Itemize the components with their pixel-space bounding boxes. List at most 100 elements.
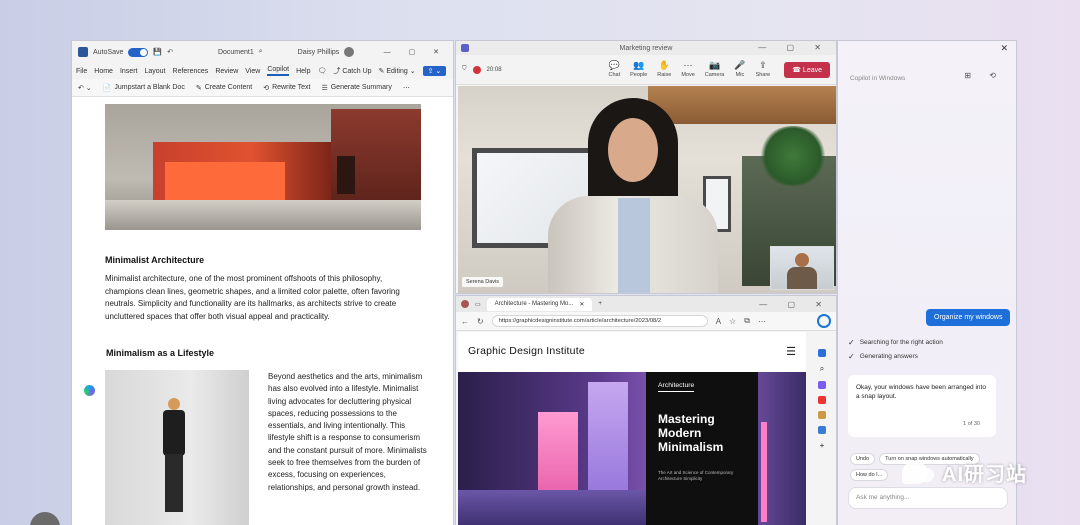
self-view[interactable] [770,246,834,290]
collections-icon[interactable]: ⧉ [744,316,750,326]
edge-sidebar: ⌕ + [808,332,836,525]
more-button[interactable]: ⋯ Move [681,61,694,79]
pen-icon: ✎ [195,84,202,92]
camera-icon: 📷 [708,60,721,70]
url-field[interactable]: https://graphicdesigninstitute.com/artic… [491,315,708,327]
heading-minimalism-lifestyle: Minimalism as a Lifestyle [106,348,215,358]
user-name: Daisy Phillips [297,48,340,56]
tab-bar: ▭ Architecture - Mastering Mo... ✕ + — ▢ … [456,296,836,312]
heading-minimalist-architecture: Minimalist Architecture [105,255,205,265]
menu-insert[interactable]: Insert [120,68,138,75]
autosave-label: AutoSave [93,48,124,56]
check-icon: ✓ [848,352,855,361]
window-controls[interactable]: — ▢ ✕ [759,300,831,309]
camera-button[interactable]: 📷 Camera [705,60,725,79]
raise-button[interactable]: ✋ Raise [657,61,671,79]
article-card[interactable]: Architecture Mastering Modern Minimalism… [646,372,758,525]
user-message: Organize my windows [926,309,1011,326]
copilot-titlebar: ✕ [838,41,1016,56]
menu-view[interactable]: View [245,68,260,75]
undo-dropdown-icon[interactable]: ↶ ⌄ [78,84,92,92]
menu-home[interactable]: Home [94,68,113,75]
copilot-panel: ✕ Copilot in Windows ⊞ ⟲ Organize my win… [838,41,1016,525]
autosave-toggle[interactable] [128,47,149,57]
search-icon[interactable]: ⌕ [259,48,263,56]
meeting-toolbar: ⛉ 20:08 💬 Chat 👥 People ✋ Raise ⋯ Move 📷 Came… [456,55,836,85]
close-icon[interactable]: ✕ [1000,43,1008,54]
share-button[interactable]: ⇪ Share [756,61,771,79]
catch-up-button[interactable]: ⤴ Catch Up [333,66,371,76]
menu-copilot[interactable]: Copilot [267,66,290,76]
mic-button[interactable]: 🎤 Mic [734,61,745,79]
leave-button[interactable]: ☎ Leave [784,62,830,78]
rewrite-text-button[interactable]: ⟲ Rewrite Text [263,84,310,92]
watermark-text: AI研习站 [942,464,1027,486]
back-icon[interactable]: ← [461,317,469,326]
copilot-header-icons[interactable]: ⊞ ⟲ [964,71,1004,80]
address-bar: ← ↻ https://graphicdesigninstitute.com/a… [456,312,836,331]
save-icon[interactable]: 💾 [153,48,162,56]
tab-architecture[interactable]: Architecture - Mastering Mo... ✕ [486,297,593,311]
favorite-icon[interactable]: ☆ [729,317,736,326]
undo-chip[interactable]: Undo [850,453,876,465]
wechat-icon [902,461,934,484]
web-page[interactable]: Graphic Design Institute ☰ Architecture … [458,332,806,525]
progress-step-2: ✓ Generating answers [848,352,918,361]
shopping-icon[interactable] [818,381,826,389]
new-tab-icon[interactable]: + [598,301,602,307]
copilot-sidebar-icon[interactable] [818,349,826,357]
tools-icon[interactable] [818,411,826,419]
edge-window: ▭ Architecture - Mastering Mo... ✕ + — ▢ … [456,296,836,525]
menu-file[interactable]: File [76,68,87,75]
rewrite-icon: ⟲ [263,84,270,92]
youtube-icon[interactable] [818,396,826,404]
bing-icon[interactable] [817,314,831,328]
window-controls[interactable]: — ▢ ✕ [384,48,447,56]
participant-video [538,98,728,293]
games-icon[interactable] [818,426,826,434]
word-titlebar: AutoSave 💾 ↶ Document1 ⌕ Daisy Phillips … [72,41,453,63]
chat-button[interactable]: 💬 Chat [609,61,621,79]
site-name[interactable]: Graphic Design Institute [468,345,585,357]
profile-icon[interactable] [461,300,469,308]
menu-references[interactable]: References [173,68,209,75]
refresh-icon[interactable]: ↻ [477,317,484,326]
menu-help[interactable]: Help [296,68,310,75]
progress-step-1: ✓ Searching for the right action [848,338,943,347]
undo-icon[interactable]: ↶ [167,48,173,56]
paragraph-architecture: Minimalist architecture, one of the most… [105,274,400,321]
create-content-button[interactable]: ✎ Create Content [196,84,252,92]
word-window: AutoSave 💾 ↶ Document1 ⌕ Daisy Phillips … [72,41,453,525]
check-icon: ✓ [848,338,855,347]
hero-image: Architecture Mastering Modern Minimalism… [458,372,806,525]
avatar[interactable] [344,47,355,57]
hamburger-menu-icon[interactable]: ☰ [786,345,796,358]
summary-icon: ☰ [321,84,328,92]
page-counter: 1 of 30 [963,421,980,427]
menu-layout[interactable]: Layout [144,68,165,75]
howto-chip[interactable]: How do I... [850,469,889,481]
more-icon[interactable]: ⋯ [758,317,766,326]
window-controls[interactable]: — ▢ ✕ [758,43,830,52]
copilot-icon[interactable] [84,385,95,396]
video-feed: Serena Davis [458,86,836,293]
more-icon[interactable]: ⋯ [403,84,410,92]
people-button[interactable]: 👥 People [630,60,647,79]
teams-window: Marketing review — ▢ ✕ ⛉ 20:08 💬 Chat 👥 Pe… [456,41,836,293]
assistant-message: Okay, your windows have been arranged in… [848,375,996,437]
editing-button[interactable]: ✎ Editing ⌄ [379,67,416,75]
share-button[interactable]: ⇪ ⌄ [422,66,447,76]
tab-actions-icon[interactable]: ▭ [475,301,481,308]
generate-summary-button[interactable]: ☰ Generate Summary [321,84,391,92]
ask-input[interactable]: Ask me anything... [848,487,1008,509]
people-icon: 👥 [633,60,645,70]
comment-icon[interactable]: 🗨 [318,67,327,75]
add-icon[interactable]: + [820,441,825,450]
teams-titlebar: Marketing review — ▢ ✕ [456,41,836,55]
menu-review[interactable]: Review [215,68,238,75]
document-body[interactable]: Minimalist Architecture Minimalist archi… [72,97,453,525]
jumpstart-button[interactable]: 📄 Jumpstart a Blank Doc [103,84,185,92]
search-icon[interactable]: ⌕ [820,364,824,374]
shield-icon: ⛉ [462,66,467,72]
reading-icon[interactable]: A [716,317,721,326]
